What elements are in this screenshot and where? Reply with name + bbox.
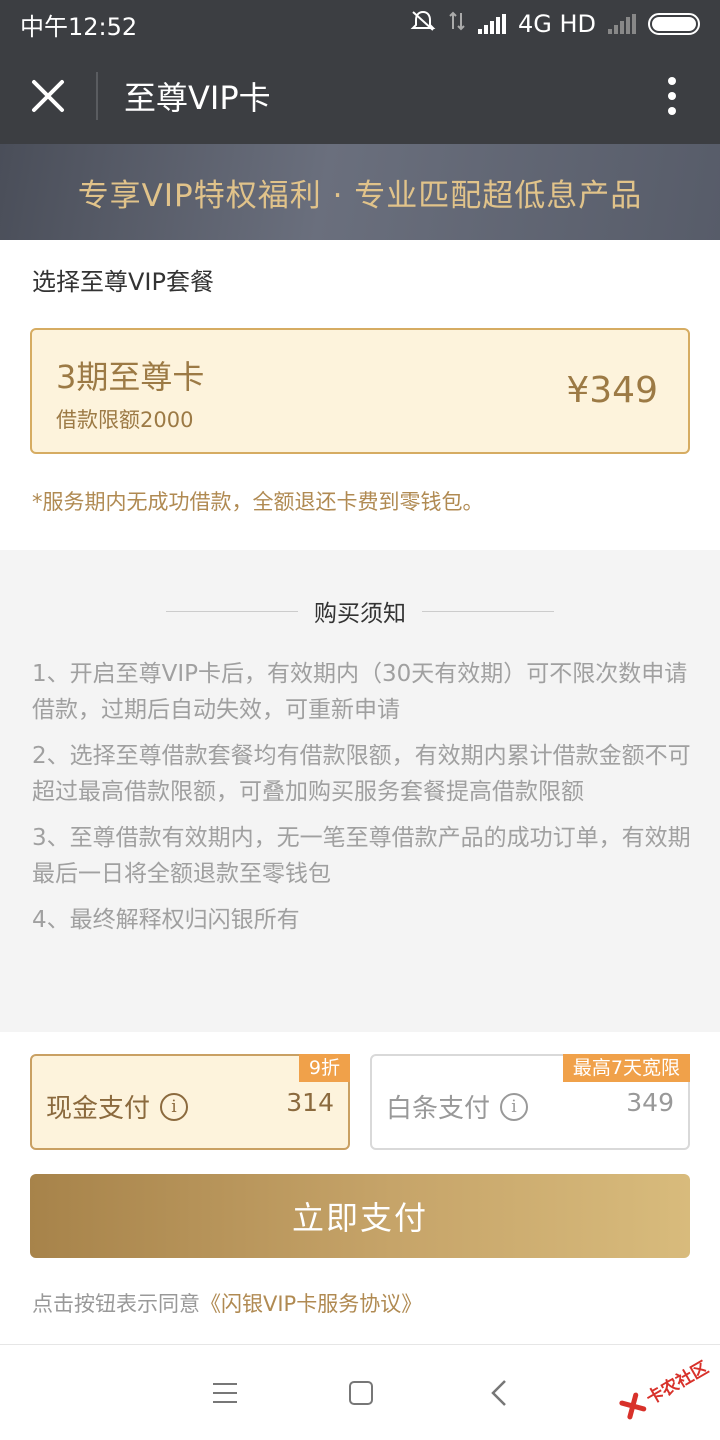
info-icon[interactable]: i	[160, 1092, 189, 1121]
close-icon	[32, 80, 64, 112]
plan-name: 3期至尊卡	[56, 358, 205, 396]
home-button[interactable]	[337, 1369, 385, 1417]
cash-pay-label: 现金支付	[46, 1094, 151, 1124]
data-arrows-icon	[448, 9, 466, 39]
home-square-icon	[349, 1381, 373, 1405]
more-vertical-icon	[668, 77, 676, 115]
divider-line	[166, 610, 298, 612]
notice-item: 4、最终解释权归闪银所有	[32, 907, 300, 933]
credit-pay-option[interactable]: 白条支付 i 349 最高7天宽限	[370, 1054, 690, 1150]
notice-item: 1、开启至尊VIP卡后，有效期内（30天有效期）可不限次数申请借款，过期后自动失…	[32, 661, 688, 723]
refund-note: *服务期内无成功借款，全额退还卡费到零钱包。	[32, 490, 484, 514]
status-bar: 中午12:52 4G HD	[0, 0, 720, 48]
page-title: 至尊VIP卡	[124, 79, 271, 117]
plan-price: ¥349	[566, 370, 658, 411]
divider-line	[422, 610, 554, 612]
more-button[interactable]	[624, 48, 720, 144]
credit-pay-label: 白条支付	[386, 1094, 491, 1124]
nav-divider	[96, 72, 98, 120]
agreement-link[interactable]: 《闪银VIP卡服务协议》	[200, 1292, 422, 1316]
notice-item: 3、至尊借款有效期内，无一笔至尊借款产品的成功订单，有效期最后一日将全额退款至零…	[32, 825, 691, 887]
close-button[interactable]	[0, 48, 96, 144]
credit-pay-label-group: 白条支付 i	[386, 1088, 529, 1125]
network-type: 4G HD	[517, 10, 596, 38]
agreement-prefix: 点击按钮表示同意	[32, 1292, 200, 1316]
plan-limit: 借款限额2000	[56, 408, 194, 432]
notice-list: 1、开启至尊VIP卡后，有效期内（30天有效期）可不限次数申请借款，过期后自动失…	[32, 656, 692, 948]
status-icons: 4G HD	[410, 9, 700, 39]
battery-icon	[648, 13, 700, 35]
banner-text: 专享VIP特权福利 · 专业匹配超低息产品	[77, 177, 643, 214]
cash-pay-label-group: 现金支付 i	[46, 1088, 189, 1125]
signal-icon	[477, 14, 506, 34]
plan-section-title: 选择至尊VIP套餐	[32, 268, 214, 296]
system-nav-bar	[0, 1344, 720, 1440]
back-icon	[491, 1380, 506, 1406]
mute-icon	[410, 9, 436, 39]
nav-bar: 至尊VIP卡	[0, 48, 720, 144]
cash-pay-option[interactable]: 现金支付 i 314 9折	[30, 1054, 350, 1150]
cash-pay-amount: 314	[286, 1088, 334, 1117]
status-time: 中午12:52	[20, 12, 138, 41]
menu-icon	[213, 1383, 237, 1403]
pay-now-button[interactable]: 立即支付	[30, 1174, 690, 1258]
back-button[interactable]	[475, 1369, 523, 1417]
agreement-text: 点击按钮表示同意《闪银VIP卡服务协议》	[32, 1288, 422, 1318]
grace-period-badge: 最高7天宽限	[562, 1054, 690, 1082]
vip-banner: 专享VIP特权福利 · 专业匹配超低息产品	[0, 144, 720, 240]
info-icon[interactable]: i	[500, 1092, 529, 1121]
signal-2-icon	[608, 14, 636, 34]
discount-badge: 9折	[298, 1054, 350, 1082]
payment-options: 现金支付 i 314 9折 白条支付 i 349 最高7天宽限	[30, 1054, 690, 1150]
purchase-notice: 购买须知 1、开启至尊VIP卡后，有效期内（30天有效期）可不限次数申请借款，过…	[0, 550, 720, 1032]
credit-pay-amount: 349	[626, 1088, 674, 1117]
notice-item: 2、选择至尊借款套餐均有借款限额，有效期内累计借款金额不可超过最高借款限额，可叠…	[32, 743, 691, 805]
menu-button[interactable]	[201, 1369, 249, 1417]
plan-card[interactable]: 3期至尊卡 借款限额2000 ¥349	[30, 328, 690, 454]
notice-header: 购买须知	[0, 594, 720, 628]
notice-title: 购买须知	[314, 601, 406, 627]
